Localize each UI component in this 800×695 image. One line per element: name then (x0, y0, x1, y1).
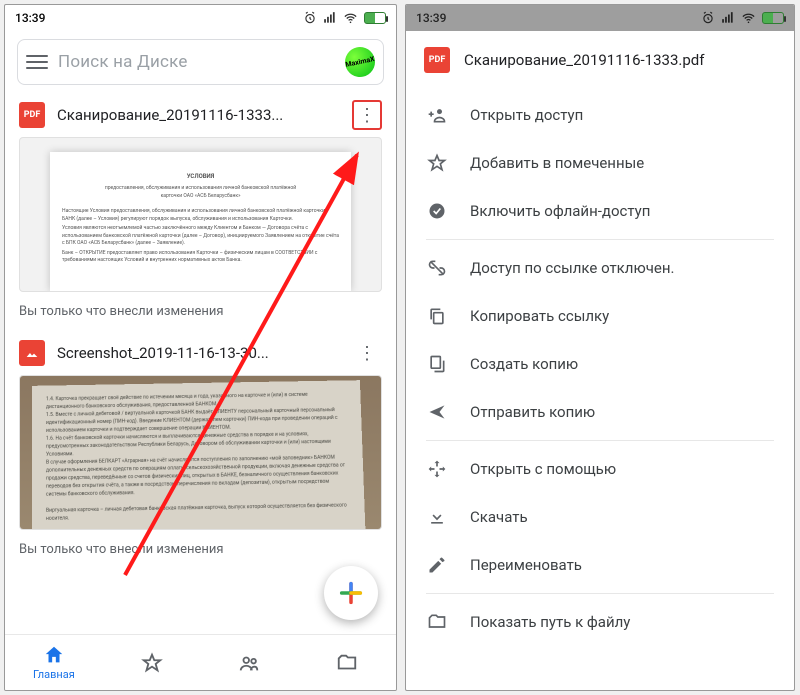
file-item[interactable]: PDF Сканирование_20191116-1333... УСЛОВИ… (5, 95, 396, 292)
phone-left: 13:39 Поиск на Диске MaximaX PDF Сканиро… (4, 4, 397, 691)
action-copy-link[interactable]: Копировать ссылку (406, 292, 794, 340)
clock: 13:39 (416, 11, 446, 25)
file-name: Сканирование_20191116-1333... (57, 106, 340, 124)
file-caption: Вы только что внесли изменения (5, 530, 396, 571)
link-off-icon (426, 258, 448, 278)
battery-icon (364, 12, 386, 24)
duplicate-icon (426, 354, 448, 374)
more-button[interactable] (352, 100, 382, 130)
action-download[interactable]: Скачать (406, 493, 794, 541)
statusbar: 13:39 (5, 5, 396, 31)
avatar[interactable]: MaximaX (342, 44, 378, 80)
signal-icon (323, 11, 337, 25)
folder-icon (426, 612, 448, 632)
statusbar: 13:39 (406, 5, 794, 31)
wifi-icon (741, 11, 756, 26)
fab-add[interactable] (324, 566, 378, 620)
wifi-icon (343, 11, 358, 26)
alarm-icon (303, 11, 317, 25)
send-icon (426, 402, 448, 422)
alarm-icon (701, 11, 715, 25)
file-thumbnail[interactable]: УСЛОВИЯ предоставления, обслуживания и и… (19, 137, 382, 292)
pdf-icon: PDF (424, 47, 450, 73)
actions-list: Открыть доступ Добавить в помеченные Вкл… (406, 91, 794, 656)
action-offline[interactable]: Включить офлайн-доступ (406, 187, 794, 235)
tab-starred[interactable] (103, 635, 201, 690)
more-button[interactable] (352, 338, 382, 368)
phone-right: 13:39 PDF Сканирование_20191116-1333.pdf… (405, 4, 795, 691)
clock: 13:39 (15, 11, 45, 25)
pdf-icon: PDF (19, 102, 45, 128)
action-show-path[interactable]: Показать путь к файлу (406, 598, 794, 646)
image-icon (19, 340, 45, 366)
action-send-copy[interactable]: Отправить копию (406, 388, 794, 436)
star-icon (426, 153, 448, 173)
bottom-nav: Главная (5, 634, 396, 690)
action-open-with[interactable]: Открыть с помощью (406, 445, 794, 493)
signal-icon (721, 11, 735, 25)
file-thumbnail[interactable]: 1.4. Карточка прекращает своё действие п… (19, 375, 382, 530)
action-star[interactable]: Добавить в помеченные (406, 139, 794, 187)
file-item[interactable]: Screenshot_2019-11-16-13-30... 1.4. Карт… (5, 333, 396, 530)
person-add-icon (426, 105, 448, 125)
tab-label: Главная (33, 668, 75, 681)
file-caption: Вы только что внесли изменения (5, 292, 396, 333)
search-bar[interactable]: Поиск на Диске MaximaX (17, 39, 384, 85)
action-rename[interactable]: Переименовать (406, 541, 794, 589)
download-icon (426, 507, 448, 527)
edit-icon (426, 555, 448, 575)
tab-home[interactable]: Главная (5, 635, 103, 690)
action-link-off[interactable]: Доступ по ссылке отключен. (406, 244, 794, 292)
action-make-copy[interactable]: Создать копию (406, 340, 794, 388)
search-placeholder: Поиск на Диске (58, 52, 335, 72)
copy-icon (426, 306, 448, 326)
open-with-icon (426, 459, 448, 479)
sheet-filename: Сканирование_20191116-1333.pdf (464, 51, 704, 69)
tab-shared[interactable] (201, 635, 299, 690)
check-circle-icon (426, 201, 448, 221)
tab-files[interactable] (298, 635, 396, 690)
battery-icon (762, 12, 784, 24)
file-name: Screenshot_2019-11-16-13-30... (57, 344, 340, 362)
action-share[interactable]: Открыть доступ (406, 91, 794, 139)
sheet-header: PDF Сканирование_20191116-1333.pdf (406, 31, 794, 91)
menu-icon[interactable] (26, 51, 48, 73)
